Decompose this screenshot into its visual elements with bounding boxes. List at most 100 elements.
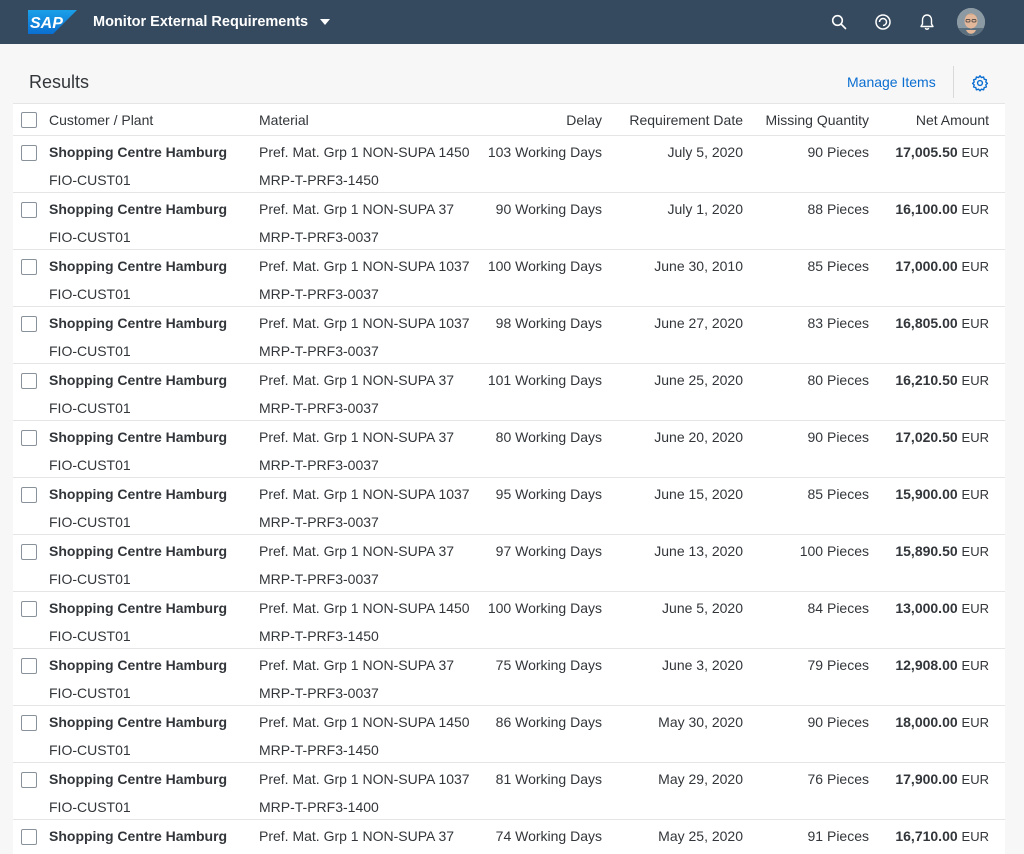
- material-description: Pref. Mat. Grp 1 NON-SUPA 37: [259, 657, 455, 673]
- requirement-date: May 29, 2020: [658, 771, 743, 787]
- row-select-checkbox[interactable]: [21, 715, 37, 731]
- material-id: MRP-T-PRF3-1450: [259, 172, 379, 188]
- column-header-delay[interactable]: Delay: [473, 104, 602, 136]
- table-row[interactable]: Shopping Centre Hamburg FIO-CUST01 Pref.…: [13, 307, 1005, 364]
- requirement-date: May 30, 2020: [658, 714, 743, 730]
- material-id: MRP-T-PRF3-0037: [259, 343, 379, 359]
- row-select-checkbox[interactable]: [21, 601, 37, 617]
- material-id: MRP-T-PRF3-0037: [259, 685, 379, 701]
- manage-items-link[interactable]: Manage Items: [847, 74, 936, 90]
- row-select-checkbox[interactable]: [21, 658, 37, 674]
- plant-id: FIO-CUST01: [49, 742, 131, 758]
- copilot-button[interactable]: [872, 11, 894, 33]
- plant-id: FIO-CUST01: [49, 229, 131, 245]
- net-amount: 16,710.00 EUR: [833, 828, 989, 844]
- table-row[interactable]: Shopping Centre Hamburg FIO-CUST01 Pref.…: [13, 763, 1005, 820]
- plant-id: FIO-CUST01: [49, 571, 131, 587]
- net-amount-value: 17,000.00: [895, 258, 958, 274]
- delay-value: 103 Working Days: [487, 144, 602, 160]
- net-amount-value: 16,805.00: [895, 315, 958, 331]
- search-icon: [831, 14, 847, 30]
- delay-value: 74 Working Days: [495, 828, 602, 844]
- row-select-checkbox[interactable]: [21, 373, 37, 389]
- row-select-checkbox[interactable]: [21, 772, 37, 788]
- shell-bar: SAP Monitor External Requirements: [0, 0, 1024, 44]
- material-id: MRP-T-PRF3-1450: [259, 742, 379, 758]
- table-row[interactable]: Shopping Centre Hamburg FIO-CUST01 Pref.…: [13, 649, 1005, 706]
- svg-text:SAP: SAP: [30, 15, 63, 32]
- net-amount-value: 16,710.00: [895, 828, 958, 844]
- net-amount-currency: EUR: [961, 715, 989, 730]
- customer-name: Shopping Centre Hamburg: [49, 201, 228, 217]
- table-row[interactable]: Shopping Centre Hamburg FIO-CUST01 Pref.…: [13, 136, 1005, 193]
- column-header-customer-plant[interactable]: Customer / Plant: [49, 104, 153, 136]
- net-amount: 13,000.00 EUR: [833, 600, 989, 616]
- delay-value: 75 Working Days: [495, 657, 602, 673]
- chevron-down-icon: [320, 19, 331, 25]
- table-row[interactable]: Shopping Centre Hamburg FIO-CUST01 Pref.…: [13, 421, 1005, 478]
- sap-logo[interactable]: SAP: [28, 10, 77, 34]
- net-amount-value: 17,020.50: [895, 429, 958, 445]
- material-description: Pref. Mat. Grp 1 NON-SUPA 37: [259, 543, 455, 559]
- table-row[interactable]: Shopping Centre Hamburg FIO-CUST01 Pref.…: [13, 193, 1005, 250]
- material-description: Pref. Mat. Grp 1 NON-SUPA 1450: [259, 144, 470, 160]
- app-title-menu[interactable]: Monitor External Requirements: [93, 0, 331, 44]
- net-amount-currency: EUR: [961, 373, 989, 388]
- net-amount: 18,000.00 EUR: [833, 714, 989, 730]
- net-amount: 17,900.00 EUR: [833, 771, 989, 787]
- customer-name: Shopping Centre Hamburg: [49, 429, 228, 445]
- row-select-checkbox[interactable]: [21, 829, 37, 845]
- app-title: Monitor External Requirements: [93, 14, 309, 30]
- plant-id: FIO-CUST01: [49, 457, 131, 473]
- table-settings-button[interactable]: [969, 72, 991, 94]
- plant-id: FIO-CUST01: [49, 343, 131, 359]
- row-select-checkbox[interactable]: [21, 487, 37, 503]
- user-avatar[interactable]: [957, 8, 985, 36]
- row-select-checkbox[interactable]: [21, 145, 37, 161]
- net-amount-value: 17,900.00: [895, 771, 958, 787]
- notifications-button[interactable]: [916, 11, 938, 33]
- requirement-date: June 25, 2020: [654, 372, 743, 388]
- search-button[interactable]: [828, 11, 850, 33]
- row-select-checkbox[interactable]: [21, 316, 37, 332]
- table-row[interactable]: Shopping Centre Hamburg FIO-CUST01 Pref.…: [13, 535, 1005, 592]
- plant-id: FIO-CUST01: [49, 286, 131, 302]
- plant-id: FIO-CUST01: [49, 172, 131, 188]
- column-header-net-amount[interactable]: Net Amount: [873, 104, 989, 136]
- row-select-checkbox[interactable]: [21, 430, 37, 446]
- net-amount-value: 18,000.00: [895, 714, 958, 730]
- net-amount: 16,210.50 EUR: [833, 372, 989, 388]
- column-header-requirement-date[interactable]: Requirement Date: [613, 104, 743, 136]
- results-table: Customer / Plant Material Delay Requirem…: [13, 103, 1005, 854]
- customer-name: Shopping Centre Hamburg: [49, 600, 228, 616]
- table-row[interactable]: Shopping Centre Hamburg FIO-CUST01 Pref.…: [13, 250, 1005, 307]
- net-amount: 12,908.00 EUR: [833, 657, 989, 673]
- net-amount: 17,000.00 EUR: [833, 258, 989, 274]
- net-amount-currency: EUR: [961, 430, 989, 445]
- row-select-checkbox[interactable]: [21, 259, 37, 275]
- customer-name: Shopping Centre Hamburg: [49, 771, 228, 787]
- table-row[interactable]: Shopping Centre Hamburg FIO-CUST01 Pref.…: [13, 706, 1005, 763]
- select-all-checkbox[interactable]: [21, 112, 37, 128]
- requirement-date: June 13, 2020: [654, 543, 743, 559]
- table-row[interactable]: Shopping Centre Hamburg FIO-CUST01 Pref.…: [13, 478, 1005, 535]
- table-row[interactable]: Shopping Centre Hamburg FIO-CUST01 Pref.…: [13, 364, 1005, 421]
- table-row[interactable]: Shopping Centre Hamburg FIO-CUST01 Pref.…: [13, 820, 1005, 854]
- table-row[interactable]: Shopping Centre Hamburg FIO-CUST01 Pref.…: [13, 592, 1005, 649]
- column-header-missing-quantity[interactable]: Missing Quantity: [753, 104, 869, 136]
- material-description: Pref. Mat. Grp 1 NON-SUPA 37: [259, 429, 455, 445]
- material-id: MRP-T-PRF3-0037: [259, 286, 379, 302]
- requirement-date: June 27, 2020: [654, 315, 743, 331]
- net-amount-currency: EUR: [961, 202, 989, 217]
- net-amount: 16,100.00 EUR: [833, 201, 989, 217]
- results-title: Results: [29, 72, 90, 92]
- plant-id: FIO-CUST01: [49, 400, 131, 416]
- row-select-checkbox[interactable]: [21, 544, 37, 560]
- delay-value: 86 Working Days: [495, 714, 602, 730]
- net-amount-currency: EUR: [961, 316, 989, 331]
- row-select-checkbox[interactable]: [21, 202, 37, 218]
- column-header-material[interactable]: Material: [259, 104, 309, 136]
- plant-id: FIO-CUST01: [49, 514, 131, 530]
- net-amount-currency: EUR: [961, 829, 989, 844]
- customer-name: Shopping Centre Hamburg: [49, 486, 228, 502]
